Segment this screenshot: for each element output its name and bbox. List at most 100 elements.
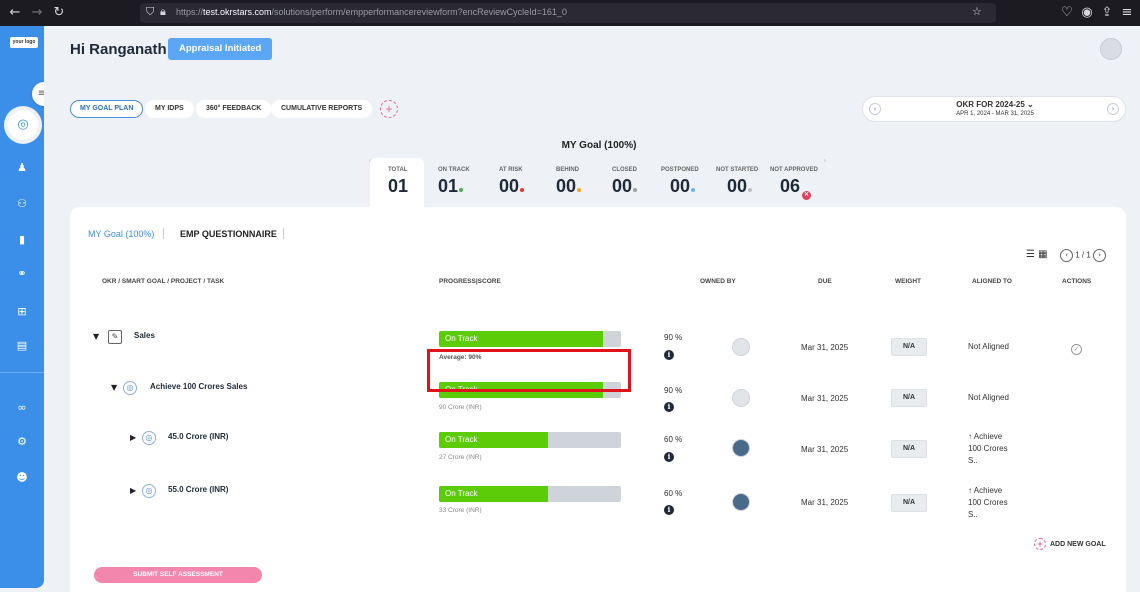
score: 60 % bbox=[664, 435, 683, 444]
info-icon[interactable]: i bbox=[664, 452, 674, 462]
goals-target-icon[interactable]: ◎ bbox=[8, 110, 38, 140]
col-task: OKR / SMART GOAL / PROJECT / TASK bbox=[102, 278, 225, 285]
expand-caret-icon[interactable]: ▶ bbox=[130, 486, 136, 495]
stat-not-approved[interactable]: NOT APPROVED 06 ✕ bbox=[770, 167, 830, 200]
add-tab-icon[interactable]: + bbox=[380, 100, 398, 118]
stat-not-started[interactable]: NOT STARTED 00 bbox=[716, 167, 776, 197]
progress-bar: On Track bbox=[439, 486, 621, 502]
highlight-box bbox=[427, 349, 631, 392]
aligned-to[interactable]: ↑ Achieve 100 Crores S.. bbox=[968, 485, 1028, 521]
goal-target-icon: ◎ bbox=[142, 431, 156, 445]
score: 60 % bbox=[664, 489, 683, 498]
greeting: Hi Ranganath bbox=[70, 41, 167, 58]
settings-gear-icon[interactable]: ⚙ bbox=[14, 434, 30, 450]
row-name[interactable]: 55.0 Crore (INR) bbox=[168, 485, 228, 494]
forward-icon[interactable]: → bbox=[28, 4, 46, 22]
list-view-icon[interactable]: ☰ bbox=[1026, 249, 1035, 260]
tab-emp-questionnaire[interactable]: EMP QUESTIONNAIRE bbox=[180, 229, 277, 239]
handshake-icon[interactable]: ⚭ bbox=[14, 266, 30, 282]
add-new-goal-button[interactable]: + ADD NEW GOAL bbox=[1034, 538, 1106, 550]
goal-summary-title: MY Goal (100%) bbox=[561, 140, 637, 151]
user-avatar[interactable] bbox=[1100, 38, 1122, 60]
score: 90 % bbox=[664, 333, 683, 342]
col-due: DUE bbox=[818, 278, 832, 285]
tab-my-goal[interactable]: MY Goal (100%) bbox=[88, 229, 154, 239]
postponed-dot bbox=[691, 188, 696, 192]
people-tree-icon[interactable]: ⚇ bbox=[14, 196, 30, 212]
stat-on-track[interactable]: ON TRACK 01 bbox=[438, 167, 498, 197]
col-owner: OWNED BY bbox=[700, 278, 736, 285]
book-icon[interactable]: ▮ bbox=[14, 232, 30, 248]
progress-status: On Track bbox=[445, 334, 478, 343]
sidebar-divider bbox=[0, 372, 44, 373]
address-bar[interactable]: ⛉ 🔒︎ https://test.okrstars.com/solutions… bbox=[140, 3, 996, 23]
owner-avatar[interactable] bbox=[732, 493, 750, 511]
col-actions: ACTIONS bbox=[1062, 278, 1092, 285]
stat-postponed[interactable]: POSTPONED 00 bbox=[661, 167, 721, 197]
stat-behind[interactable]: BEHIND 00 bbox=[556, 167, 616, 197]
cycle-next-icon[interactable]: › bbox=[1107, 103, 1119, 115]
progress-bar: On Track bbox=[439, 432, 621, 448]
grid-view-icon[interactable]: ▦ bbox=[1038, 249, 1047, 260]
page-prev-icon[interactable]: ‹ bbox=[1060, 249, 1073, 262]
menu-icon[interactable]: ≡ bbox=[1118, 4, 1136, 22]
check-action-icon[interactable]: ✓ bbox=[1071, 344, 1082, 355]
appraisal-status-button[interactable]: Appraisal Initiated bbox=[168, 38, 273, 60]
aligned-to: Not Aligned bbox=[968, 342, 1009, 351]
row-name[interactable]: Sales bbox=[134, 331, 155, 340]
progress-status: On Track bbox=[445, 435, 478, 444]
review-cycle-selector[interactable]: ‹ OKR FOR 2024-25 ⌄ APR 1, 2024 - MAR 31… bbox=[862, 96, 1126, 122]
tab-360-feedback[interactable]: 360° FEEDBACK bbox=[196, 100, 272, 118]
pocket-icon[interactable]: ♡ bbox=[1058, 4, 1076, 22]
tab-cumulative-reports[interactable]: CUMULATIVE REPORTS bbox=[271, 100, 373, 118]
org-chart-icon[interactable]: ⊞ bbox=[14, 304, 30, 320]
stats-next-icon[interactable]: › bbox=[824, 158, 826, 164]
info-icon[interactable]: i bbox=[664, 402, 674, 412]
link-icon[interactable]: ∞ bbox=[14, 400, 30, 416]
weight-badge[interactable]: N/A bbox=[891, 389, 927, 407]
account-icon[interactable]: ◉ bbox=[1078, 4, 1096, 22]
owner-avatar[interactable] bbox=[732, 389, 750, 407]
due-date: Mar 31, 2025 bbox=[801, 394, 849, 403]
goal-target-icon: ◎ bbox=[142, 484, 156, 498]
owner-avatar[interactable] bbox=[732, 439, 750, 457]
browser-toolbar: ← → ↻ ⛉ 🔒︎ https://test.okrstars.com/sol… bbox=[0, 0, 1140, 26]
stats-prev-icon[interactable]: ‹ bbox=[369, 158, 371, 164]
stat-at-risk[interactable]: AT RISK 00 bbox=[499, 167, 559, 197]
expand-caret-icon[interactable]: ▶ bbox=[130, 433, 136, 442]
report-icon[interactable]: ▤ bbox=[14, 338, 30, 354]
info-icon[interactable]: i bbox=[664, 505, 674, 515]
at-risk-dot bbox=[520, 188, 525, 192]
chevron-down-icon: ⌄ bbox=[1027, 100, 1034, 109]
owner-avatar[interactable] bbox=[732, 338, 750, 356]
tab-my-idps[interactable]: MY IDPS bbox=[145, 100, 194, 118]
reload-icon[interactable]: ↻ bbox=[50, 4, 68, 22]
url-text: https://test.okrstars.com/solutions/perf… bbox=[176, 7, 567, 17]
row-name[interactable]: 45.0 Crore (INR) bbox=[168, 432, 228, 441]
behind-dot bbox=[577, 188, 582, 192]
weight-badge[interactable]: N/A bbox=[891, 440, 927, 458]
okr-icon: ✎ bbox=[108, 330, 122, 344]
back-icon[interactable]: ← bbox=[6, 4, 24, 22]
tab-my-goal-plan[interactable]: MY GOAL PLAN bbox=[70, 100, 144, 118]
company-logo: your logo bbox=[10, 37, 38, 48]
aligned-to[interactable]: ↑ Achieve 100 Crores S.. bbox=[968, 431, 1028, 467]
bookmark-star-icon[interactable]: ☆ bbox=[972, 5, 982, 18]
progress-note: 27 Crore (INR) bbox=[439, 454, 482, 461]
extensions-icon[interactable]: ⇪ bbox=[1098, 4, 1116, 22]
progress-bar: On Track bbox=[439, 331, 621, 347]
submit-self-assessment-button[interactable]: SUBMIT SELF ASSESSMENT bbox=[94, 567, 262, 583]
goals-panel: MY Goal (100%) EMP QUESTIONNAIRE ☰ ▦ ‹ 1… bbox=[70, 207, 1126, 592]
expand-caret-icon[interactable]: ▼ bbox=[111, 383, 117, 392]
page-next-icon[interactable]: › bbox=[1093, 249, 1107, 262]
app: your logo ◎ ♟ ⚇ ▮ ⚭ ⊞ ▤ ∞ ⚙ ☻ ≡› Hi Rang… bbox=[0, 26, 1140, 592]
user-icon[interactable]: ☻ bbox=[14, 470, 30, 486]
weight-badge[interactable]: N/A bbox=[891, 494, 927, 512]
expand-caret-icon[interactable]: ▼ bbox=[93, 332, 99, 341]
cycle-title: OKR FOR 2024-25 ⌄ bbox=[956, 100, 1034, 109]
row-name[interactable]: Achieve 100 Crores Sales bbox=[150, 382, 247, 391]
info-icon[interactable]: i bbox=[664, 350, 674, 360]
not-approved-x-icon: ✕ bbox=[802, 191, 812, 200]
team-icon[interactable]: ♟ bbox=[14, 160, 30, 176]
weight-badge[interactable]: N/A bbox=[891, 338, 927, 356]
